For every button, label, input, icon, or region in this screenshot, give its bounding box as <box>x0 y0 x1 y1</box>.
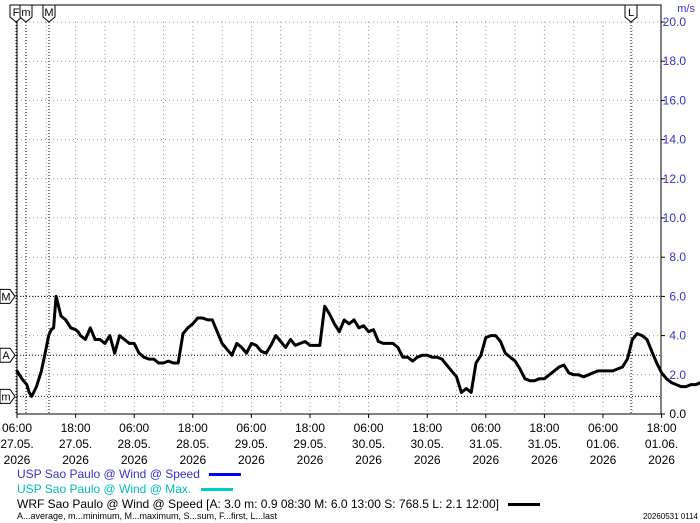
x-tick-year: 2026 <box>4 453 31 467</box>
x-tick-year: 2026 <box>297 453 324 467</box>
legend-label-wrf-speed: WRF Sao Paulo @ Wind @ Speed <box>17 497 203 511</box>
legend-item-usp-speed: USP Sao Paulo @ Wind @ Speed <box>17 467 242 481</box>
x-tick-date: 27.05. <box>59 437 92 451</box>
x-tick-date: 01.06. <box>645 437 678 451</box>
left-marker-label: M <box>1 291 10 303</box>
legend-label-usp-speed: USP Sao Paulo @ Wind @ Speed <box>17 467 200 481</box>
x-tick-year: 2026 <box>472 453 499 467</box>
x-tick-date: 29.05. <box>293 437 326 451</box>
x-tick-time: 06:00 <box>471 421 501 435</box>
x-tick-date: 28.05. <box>176 437 209 451</box>
y-axis-unit: m/s <box>677 3 695 15</box>
x-tick-group: 06:00 29.05. 2026 <box>235 414 268 467</box>
x-tick-group: 06:00 27.05. 2026 <box>0 414 34 467</box>
x-tick-group: 06:00 31.05. 2026 <box>469 414 502 467</box>
x-tick-time: 06:00 <box>2 421 32 435</box>
y-tick-label: 16.0 <box>663 93 687 107</box>
x-tick-year: 2026 <box>414 453 441 467</box>
legend-item-usp-max: USP Sao Paulo @ Wind @ Max. <box>17 482 233 496</box>
top-marker-label: m <box>21 7 30 19</box>
x-tick-year: 2026 <box>648 453 675 467</box>
top-marker-L: L <box>624 4 638 414</box>
top-marker-label: M <box>44 7 53 19</box>
legend-label-usp-max: USP Sao Paulo @ Wind @ Max. <box>17 482 192 496</box>
top-marker-m: m <box>19 4 33 414</box>
x-tick-group: 18:00 28.05. 2026 <box>176 414 209 467</box>
y-tick-label: 6.0 <box>669 289 686 303</box>
x-tick-date: 31.05. <box>528 437 561 451</box>
x-tick-year: 2026 <box>62 453 89 467</box>
y-tick-labels: 0.0 2.0 4.0 6.0 8.0 10.0 12.0 14.0 16.0 18.0 20.0 <box>661 15 686 421</box>
series-line-wrf-speed <box>15 294 700 398</box>
x-tick-time: 18:00 <box>647 421 677 435</box>
timestamp: 20260531 0114 <box>642 512 698 521</box>
x-tick-year: 2026 <box>355 453 382 467</box>
x-tick-time: 18:00 <box>412 421 442 435</box>
x-tick-date: 27.05. <box>0 437 33 451</box>
y-tick-label: 0.0 <box>669 407 686 421</box>
x-tick-time: 06:00 <box>119 421 149 435</box>
x-tick-group: 06:00 28.05. 2026 <box>118 414 151 467</box>
y-tick-label: 4.0 <box>669 329 686 343</box>
legend-footnote: A...average, m...minimum, M...maximum, S… <box>17 511 278 521</box>
x-tick-date: 30.05. <box>411 437 444 451</box>
x-tick-date: 30.05. <box>352 437 385 451</box>
x-tick-date: 28.05. <box>118 437 151 451</box>
wind-speed-chart: 0.02.04.06.08.010.012.014.016.018.020.0 … <box>0 3 700 467</box>
x-tick-year: 2026 <box>531 453 558 467</box>
x-tick-group: 06:00 30.05. 2026 <box>352 414 385 467</box>
legend-swatch-usp-max <box>200 488 233 492</box>
x-tick-date: 01.06. <box>586 437 619 451</box>
left-marker-m: m <box>0 388 661 404</box>
left-marker-label: A <box>2 350 10 362</box>
legend-swatch-usp-speed <box>209 473 242 477</box>
y-tick-label: 14.0 <box>663 133 687 147</box>
x-tick-time: 06:00 <box>588 421 618 435</box>
x-tick-time: 06:00 <box>354 421 384 435</box>
left-marker-label: m <box>1 391 10 403</box>
x-tick-labels: 06:00 27.05. 2026 18:00 27.05. 2026 06:00 28.05… <box>0 414 678 467</box>
x-tick-date: 31.05. <box>469 437 502 451</box>
x-tick-time: 18:00 <box>61 421 91 435</box>
x-tick-time: 06:00 <box>236 421 266 435</box>
top-marker-label: F <box>13 7 20 19</box>
y-tick-label: 10.0 <box>663 211 687 225</box>
x-tick-time: 18:00 <box>178 421 208 435</box>
legend-stats-wrf-speed: [A: 3.0 m: 0.9 08:30 M: 6.0 13:00 S: 768… <box>206 497 499 511</box>
y-tick-label: 20.0 <box>663 15 687 29</box>
y-tick-label: 18.0 <box>663 54 687 68</box>
left-marker-A: A <box>0 347 661 363</box>
x-tick-time: 18:00 <box>295 421 325 435</box>
x-tick-year: 2026 <box>179 453 206 467</box>
chart-series <box>15 294 700 398</box>
x-tick-year: 2026 <box>590 453 617 467</box>
x-tick-group: 06:00 01.06. 2026 <box>586 414 620 467</box>
chart-markers: Fm M L M Am <box>0 4 661 414</box>
x-tick-group: 18:00 27.05. 2026 <box>59 414 92 467</box>
x-tick-group: 18:00 29.05. 2026 <box>293 414 327 467</box>
x-tick-group: 18:00 31.05. 2026 <box>528 414 561 467</box>
x-tick-group: 18:00 30.05. 2026 <box>411 414 444 467</box>
y-tick-label: 8.0 <box>669 250 686 264</box>
legend-swatch-wrf-speed <box>508 503 541 507</box>
y-tick-label: 12.0 <box>663 172 687 186</box>
x-tick-date: 29.05. <box>235 437 268 451</box>
x-tick-year: 2026 <box>121 453 148 467</box>
x-tick-group: 18:00 01.06. 2026 <box>645 414 678 467</box>
y-tick-label: 2.0 <box>669 368 686 382</box>
x-tick-year: 2026 <box>238 453 265 467</box>
x-tick-time: 18:00 <box>529 421 559 435</box>
legend-item-wrf-speed: WRF Sao Paulo @ Wind @ Speed [A: 3.0 m: … <box>17 497 541 511</box>
top-marker-label: L <box>628 7 634 19</box>
